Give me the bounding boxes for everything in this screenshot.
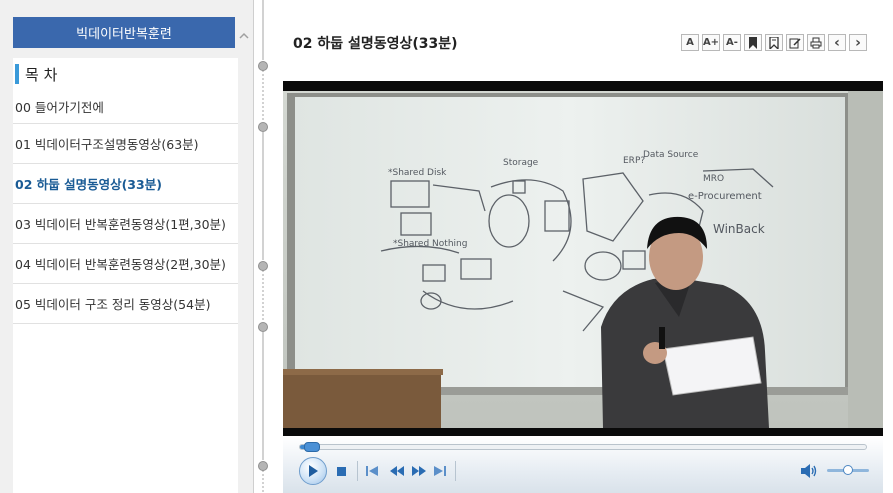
skip-back-button[interactable] bbox=[363, 455, 381, 487]
toc-item-active[interactable]: 02 하둡 설명동영상(33분) bbox=[13, 164, 238, 204]
font-increase-icon: A+ bbox=[702, 37, 720, 48]
font-increase-button[interactable]: A+ bbox=[702, 34, 720, 51]
separator bbox=[455, 461, 456, 481]
toc-item[interactable]: 01 빅데이터구조설명동영상(63분) bbox=[13, 124, 238, 164]
bookmark-button[interactable] bbox=[744, 34, 762, 51]
print-icon bbox=[810, 37, 822, 48]
print-button[interactable] bbox=[807, 34, 825, 51]
splitter-dash bbox=[262, 470, 264, 493]
font-size-reset-button[interactable]: A bbox=[681, 34, 699, 51]
toc-list: 목 차 00 들어가기전에 01 빅데이터구조설명동영상(63분) 02 하둡 … bbox=[13, 58, 238, 493]
splitter-handle[interactable] bbox=[258, 122, 268, 132]
splitter-dash bbox=[262, 70, 264, 122]
splitter-dash bbox=[262, 270, 264, 322]
skip-forward-icon bbox=[434, 466, 446, 476]
lesson-title: 02 하둡 설명동영상(33분) bbox=[293, 36, 458, 52]
volume-icon bbox=[801, 464, 817, 478]
seek-bar[interactable] bbox=[299, 442, 867, 452]
volume-handle[interactable] bbox=[843, 465, 853, 475]
board-text: *Shared Disk bbox=[388, 168, 447, 178]
toolbar: A A+ A- ‹ › bbox=[681, 34, 867, 52]
rewind-button[interactable] bbox=[387, 455, 407, 487]
play-icon bbox=[309, 465, 318, 477]
font-size-reset-icon: A bbox=[686, 37, 694, 48]
splitter-line bbox=[262, 0, 264, 60]
bookmark-list-icon bbox=[769, 36, 779, 49]
board-text: Storage bbox=[503, 158, 539, 168]
note-button[interactable] bbox=[786, 34, 804, 51]
chevron-up-icon bbox=[239, 32, 249, 39]
stop-button[interactable] bbox=[333, 455, 349, 487]
bookmark-icon bbox=[749, 36, 757, 49]
board-text: WinBack bbox=[713, 222, 765, 236]
next-icon: › bbox=[855, 34, 861, 51]
toc-item[interactable]: 05 빅데이터 구조 정리 동영상(54분) bbox=[13, 284, 238, 324]
toc-item[interactable]: 03 빅데이터 반복훈련동영상(1편,30분) bbox=[13, 204, 238, 244]
font-decrease-button[interactable]: A- bbox=[723, 34, 741, 51]
splitter-handle[interactable] bbox=[258, 261, 268, 271]
video-player[interactable]: *Shared Disk *Shared Nothing e-Procureme… bbox=[283, 81, 883, 436]
splitter-line bbox=[262, 332, 264, 460]
rewind-icon bbox=[390, 466, 404, 476]
board-text: MRO bbox=[703, 174, 724, 184]
controls-row bbox=[297, 455, 877, 487]
toc-heading: 목 차 bbox=[13, 58, 238, 90]
previous-button[interactable]: ‹ bbox=[828, 34, 846, 51]
board-text: Data Source bbox=[643, 150, 699, 160]
board-text: ERP? bbox=[623, 156, 645, 166]
play-button[interactable] bbox=[299, 457, 327, 485]
seek-handle[interactable] bbox=[304, 442, 320, 452]
board-text: e-Procurement bbox=[688, 191, 762, 202]
lecture-scene: *Shared Disk *Shared Nothing e-Procureme… bbox=[283, 91, 883, 428]
skip-back-icon bbox=[366, 466, 378, 476]
splitter-handle[interactable] bbox=[258, 461, 268, 471]
next-button[interactable]: › bbox=[849, 34, 867, 51]
splitter-handle[interactable] bbox=[258, 322, 268, 332]
separator bbox=[357, 461, 358, 481]
note-icon bbox=[789, 37, 801, 48]
toc-item[interactable]: 04 빅데이터 반복훈련동영상(2편,30분) bbox=[13, 244, 238, 284]
previous-icon: ‹ bbox=[834, 34, 840, 51]
fast-forward-icon bbox=[412, 466, 426, 476]
sidebar: 빅데이터반복훈련 목 차 00 들어가기전에 01 빅데이터구조설명동영상(63… bbox=[0, 0, 254, 493]
splitter-handle[interactable] bbox=[258, 61, 268, 71]
volume-slider[interactable] bbox=[827, 465, 869, 475]
collapse-button[interactable] bbox=[236, 30, 252, 46]
stop-icon bbox=[336, 466, 346, 476]
bookmark-list-button[interactable] bbox=[765, 34, 783, 51]
course-title: 빅데이터반복훈련 bbox=[13, 17, 235, 48]
mute-button[interactable] bbox=[799, 455, 819, 487]
video-screen[interactable]: *Shared Disk *Shared Nothing e-Procureme… bbox=[283, 91, 883, 428]
panel-splitter[interactable] bbox=[258, 0, 268, 493]
fast-forward-button[interactable] bbox=[409, 455, 429, 487]
board-text: *Shared Nothing bbox=[393, 239, 467, 249]
font-decrease-icon: A- bbox=[726, 37, 738, 48]
skip-forward-button[interactable] bbox=[431, 455, 449, 487]
splitter-line bbox=[262, 132, 264, 260]
toc-item[interactable]: 00 들어가기전에 bbox=[13, 90, 238, 124]
player-controls bbox=[283, 437, 883, 493]
